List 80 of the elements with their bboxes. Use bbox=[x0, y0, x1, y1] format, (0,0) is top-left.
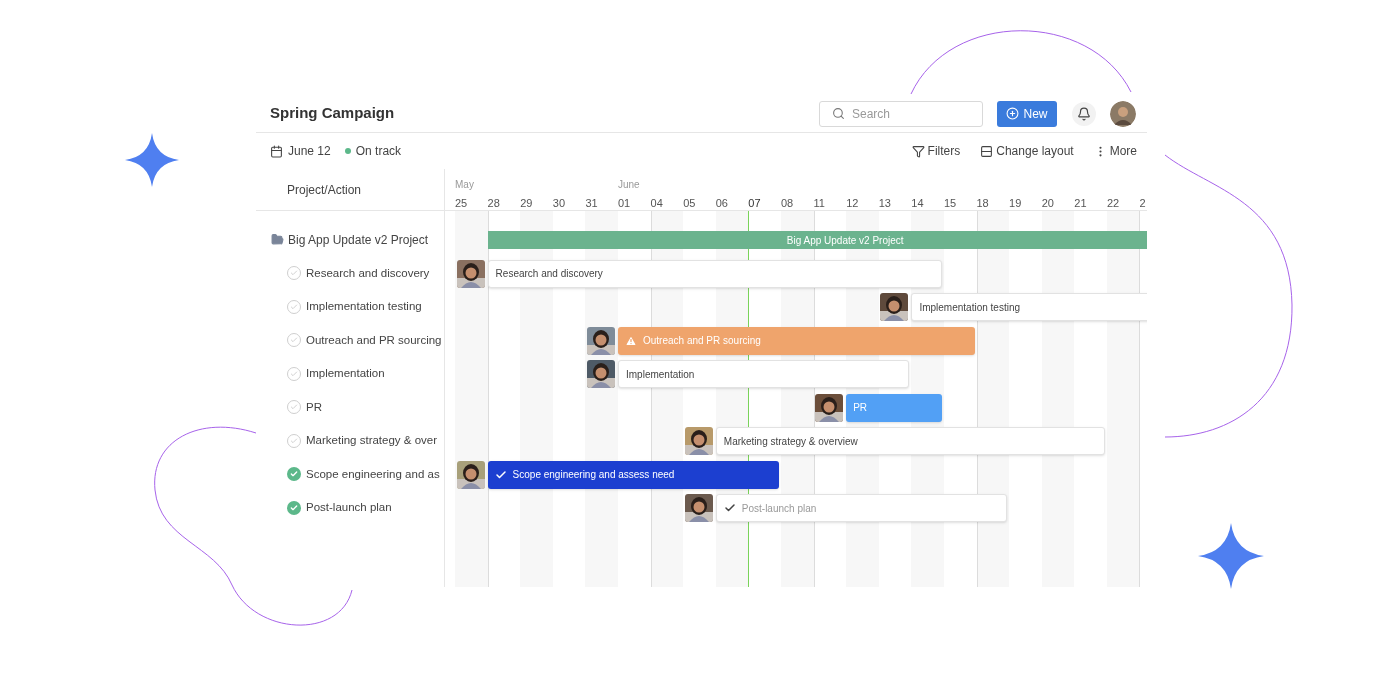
task-name[interactable]: Marketing strategy & over bbox=[306, 432, 438, 450]
sparkle-drawing bbox=[1198, 523, 1264, 589]
date-label: 22 bbox=[1106, 197, 1120, 209]
project-name[interactable]: Big App Update v2 Project bbox=[288, 230, 429, 249]
date-label: 25 bbox=[455, 197, 468, 209]
bar-label: Marketing strategy & overview bbox=[723, 434, 858, 449]
date-label: 04 bbox=[650, 197, 663, 209]
month-label: May bbox=[455, 179, 474, 190]
task-bar[interactable]: Research and discovery bbox=[487, 259, 942, 288]
warning-icon bbox=[625, 334, 637, 347]
search-input[interactable]: Search bbox=[852, 104, 962, 123]
date-label: 01 bbox=[617, 197, 631, 209]
date-label: 08 bbox=[780, 197, 794, 209]
user-avatar[interactable] bbox=[1110, 100, 1136, 127]
bell-icon bbox=[1077, 106, 1091, 121]
task-bar[interactable]: Scope engineering and assess need bbox=[487, 460, 779, 489]
date-label: 20 bbox=[1041, 197, 1054, 209]
date-label: 31 bbox=[585, 197, 598, 209]
layout-icon bbox=[980, 144, 994, 158]
folder-icon bbox=[271, 233, 284, 247]
task-bar[interactable]: Implementation testing bbox=[911, 293, 1147, 321]
notifications-button[interactable] bbox=[1072, 101, 1096, 126]
status-label: On track bbox=[355, 143, 402, 160]
date-label: 2 bbox=[1139, 197, 1146, 209]
date-label: 07 bbox=[748, 197, 761, 209]
task-name[interactable]: Post-launch plan bbox=[306, 499, 392, 517]
search-icon bbox=[832, 107, 845, 120]
task-checkbox[interactable] bbox=[287, 467, 301, 482]
bar-label: PR bbox=[853, 401, 868, 415]
date-label: 14 bbox=[911, 197, 924, 209]
bar-label: Post-launch plan bbox=[741, 501, 817, 516]
date-label: 19 bbox=[1009, 197, 1022, 209]
check-icon bbox=[290, 503, 298, 512]
task-bar[interactable]: Marketing strategy & overview bbox=[715, 427, 1105, 455]
task-name[interactable]: Implementation bbox=[306, 365, 385, 383]
check-icon bbox=[290, 269, 298, 278]
plus-icon bbox=[1006, 107, 1020, 120]
check-icon bbox=[723, 502, 736, 514]
check-icon bbox=[290, 403, 298, 412]
task-name[interactable]: Research and discovery bbox=[306, 264, 430, 282]
search-field[interactable]: Search bbox=[819, 100, 983, 127]
task-name[interactable]: Scope engineering and as bbox=[306, 465, 440, 483]
column-heading: Project/Action bbox=[287, 181, 362, 199]
check-icon bbox=[494, 468, 507, 481]
new-button[interactable]: New bbox=[997, 100, 1057, 127]
check-icon bbox=[290, 336, 298, 345]
task-name[interactable]: PR bbox=[306, 398, 322, 416]
check-icon bbox=[290, 436, 298, 445]
due-date: June 12 bbox=[288, 143, 331, 160]
check-icon bbox=[290, 369, 298, 378]
date-label: 05 bbox=[683, 197, 696, 209]
date-label: 15 bbox=[943, 197, 957, 209]
bar-label: Research and discovery bbox=[495, 267, 603, 281]
date-label: 21 bbox=[1074, 197, 1087, 209]
task-bar[interactable]: Implementation bbox=[618, 360, 910, 388]
check-icon bbox=[290, 470, 298, 479]
task-checkbox[interactable] bbox=[287, 500, 301, 515]
bar-label: Scope engineering and assess need bbox=[512, 468, 675, 482]
toolbar-button[interactable]: More bbox=[1093, 142, 1137, 160]
task-name[interactable]: Outreach and PR sourcing bbox=[306, 331, 442, 349]
bar-label: Implementation bbox=[626, 367, 695, 382]
bar-label: Outreach and PR sourcing bbox=[643, 334, 761, 348]
date-label: 28 bbox=[487, 197, 500, 209]
date-label: 06 bbox=[715, 197, 728, 209]
check-icon bbox=[290, 302, 298, 311]
toolbar-button[interactable]: Change layout bbox=[980, 142, 1074, 160]
sparkle-drawing bbox=[125, 133, 179, 187]
filter-icon bbox=[911, 144, 925, 158]
date-label: 30 bbox=[552, 197, 566, 209]
month-label: June bbox=[617, 179, 640, 190]
date-label: 11 bbox=[813, 197, 825, 209]
date-label: 18 bbox=[976, 197, 989, 209]
date-label: 29 bbox=[520, 197, 533, 209]
bar-label: Implementation testing bbox=[919, 300, 1020, 315]
task-name[interactable]: Implementation testing bbox=[306, 298, 422, 316]
calendar-icon bbox=[270, 144, 283, 158]
date-label: 12 bbox=[846, 197, 859, 209]
toolbar-button[interactable]: Filters bbox=[911, 142, 961, 160]
date-label: 13 bbox=[878, 197, 891, 209]
page-title: Spring Campaign bbox=[270, 103, 395, 124]
